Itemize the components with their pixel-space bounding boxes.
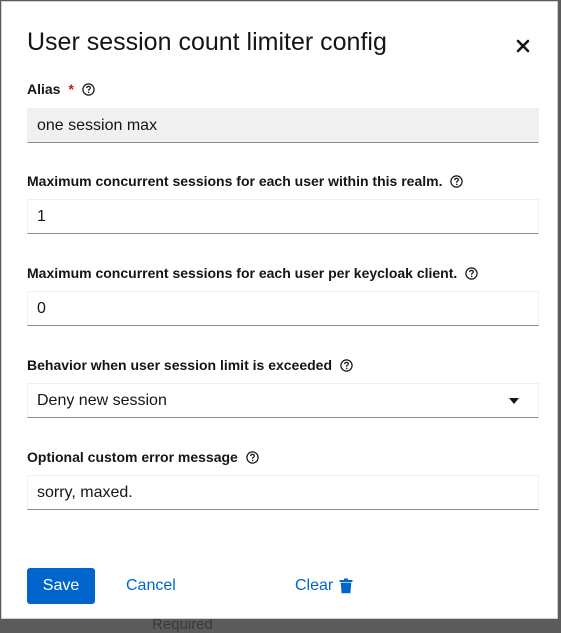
clear-button[interactable]: Clear (295, 568, 353, 604)
help-icon[interactable] (340, 359, 353, 372)
help-icon[interactable] (465, 267, 478, 280)
max-client-label: Maximum concurrent sessions for each use… (27, 265, 458, 281)
save-button[interactable]: Save (27, 568, 95, 604)
behavior-label: Behavior when user session limit is exce… (27, 357, 333, 373)
config-dialog: User session count limiter config Alias … (1, 1, 558, 619)
help-icon[interactable] (246, 451, 259, 464)
error-message-label-row: Optional custom error message (27, 449, 259, 465)
caret-down-icon (509, 397, 519, 404)
question-circle-icon (82, 83, 95, 96)
alias-label-row: Alias * (27, 81, 95, 97)
alias-label: Alias (27, 81, 61, 97)
behavior-select[interactable]: Deny new session (27, 383, 539, 418)
max-realm-label: Maximum concurrent sessions for each use… (27, 173, 443, 189)
behavior-selected-value: Deny new session (37, 391, 167, 409)
max-realm-sessions-input[interactable]: 1 (27, 199, 539, 234)
max-client-label-row: Maximum concurrent sessions for each use… (27, 265, 478, 281)
max-client-sessions-input[interactable]: 0 (27, 291, 539, 326)
behavior-label-row: Behavior when user session limit is exce… (27, 357, 353, 373)
close-button[interactable] (512, 35, 534, 57)
trash-icon (339, 578, 353, 594)
max-realm-label-row: Maximum concurrent sessions for each use… (27, 173, 464, 189)
clear-label: Clear (295, 577, 334, 594)
help-icon[interactable] (450, 175, 464, 188)
question-circle-icon (340, 359, 353, 372)
dialog-title: User session count limiter config (27, 28, 387, 56)
alias-field[interactable]: one session max (27, 108, 539, 143)
question-circle-icon (246, 451, 259, 464)
help-icon[interactable] (82, 83, 95, 96)
error-message-label: Optional custom error message (27, 449, 238, 465)
close-icon (516, 39, 530, 53)
required-mark: * (68, 81, 74, 97)
question-circle-icon (450, 175, 464, 188)
question-circle-icon (465, 267, 478, 280)
cancel-button[interactable]: Cancel (126, 568, 176, 604)
error-message-input[interactable]: sorry, maxed. (27, 475, 539, 510)
